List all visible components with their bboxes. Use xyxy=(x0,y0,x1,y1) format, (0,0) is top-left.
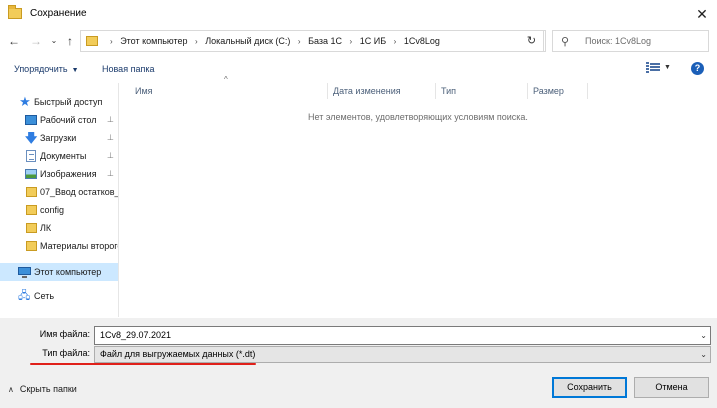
sidebar-item-label: Изображения xyxy=(40,169,97,179)
pin-icon: ⊥ xyxy=(107,133,114,142)
sidebar-item-folder[interactable]: ЛК xyxy=(0,219,118,237)
sidebar-item-folder[interactable]: config xyxy=(0,201,118,219)
search-input[interactable]: ⚲ Поиск: 1Cv8Log xyxy=(552,30,709,52)
sidebar-item-this-pc[interactable]: Этот компьютер xyxy=(0,263,118,281)
sidebar-item-label: Загрузки xyxy=(40,133,77,143)
sidebar-item-label: Сеть xyxy=(34,291,55,301)
filetype-label: Тип файла: xyxy=(42,348,90,358)
sidebar-item-folder[interactable]: 07_Ввод остатков_C xyxy=(0,183,119,201)
folder-icon xyxy=(8,5,22,19)
view-options-chevron-down-icon[interactable]: ▼ xyxy=(664,64,671,71)
chevron-down-icon: ▼ xyxy=(71,67,79,74)
hide-folders-label: Скрыть папки xyxy=(19,384,77,394)
image-icon xyxy=(25,169,37,179)
empty-list-message: Нет элементов, удовлетворяющих условиям … xyxy=(308,112,528,122)
refresh-button[interactable]: ↻ xyxy=(520,30,544,52)
filename-field[interactable]: 1Cv8_29.07.2021 ⌄ xyxy=(94,326,711,345)
breadcrumb-separator[interactable]: › xyxy=(293,37,306,46)
breadcrumb-separator[interactable]: › xyxy=(190,37,203,46)
sidebar-item-label: config xyxy=(40,205,65,215)
breadcrumb: › Этот компьютер › Локальный диск (C:) ›… xyxy=(105,31,440,51)
up-button[interactable]: ↑ xyxy=(62,32,78,50)
title-bar: Сохранение ✕ xyxy=(0,0,717,28)
help-button[interactable]: ? xyxy=(691,62,704,75)
annotation-underline xyxy=(30,363,256,365)
breadcrumb-item[interactable]: Локальный диск (C:) xyxy=(205,36,290,46)
sidebar-item-label: ЛК xyxy=(40,223,52,233)
chevron-down-icon: ⌄ xyxy=(700,350,707,359)
pin-icon: ⊥ xyxy=(107,169,114,178)
sidebar-item-label: Этот компьютер xyxy=(34,267,102,277)
download-arrow-icon: 🡇 xyxy=(25,131,38,145)
desktop-icon xyxy=(25,115,37,125)
column-header-name[interactable]: Имя xyxy=(130,83,328,99)
network-icon: 🖧 xyxy=(18,290,31,302)
organize-label: Упорядочить xyxy=(14,64,68,74)
column-header-date[interactable]: Дата изменения xyxy=(328,83,436,99)
filename-value: 1Cv8_29.07.2021 xyxy=(100,330,172,340)
sidebar-item-label: Быстрый доступ xyxy=(34,97,103,107)
folder-icon xyxy=(26,241,37,251)
breadcrumb-item[interactable]: 1Cv8Log xyxy=(404,36,440,46)
pin-icon: ⊥ xyxy=(107,115,114,124)
breadcrumb-separator: › xyxy=(110,37,113,46)
sidebar-item-folder[interactable]: Материалы второго xyxy=(0,237,119,255)
column-headers: ^ Имя Дата изменения Тип Размер xyxy=(120,75,717,99)
organize-button[interactable]: Упорядочить ▼ xyxy=(14,64,79,74)
address-row: ← → ⌄ ↑ › Этот компьютер › Локальный дис… xyxy=(0,28,717,56)
filetype-value: Файл для выгружаемых данных (*.dt) xyxy=(100,349,256,359)
close-button[interactable]: ✕ xyxy=(687,0,717,28)
chevron-up-icon: ∧ xyxy=(8,385,14,394)
sidebar-item-label: Рабочий стол xyxy=(40,115,97,125)
navigation-pane: ★ Быстрый доступ Рабочий стол ⊥ 🡇 Загруз… xyxy=(0,83,119,317)
column-header-size[interactable]: Размер xyxy=(528,83,588,99)
breadcrumb-item[interactable]: Этот компьютер xyxy=(120,36,187,46)
sidebar-item-quick-access[interactable]: ★ Быстрый доступ xyxy=(0,93,118,111)
chevron-down-icon[interactable]: ⌄ xyxy=(700,327,707,344)
sidebar-item-label: Документы xyxy=(40,151,87,161)
new-folder-button[interactable]: Новая папка xyxy=(102,64,154,74)
view-details-icon[interactable] xyxy=(646,62,660,74)
address-bar[interactable]: › Этот компьютер › Локальный диск (C:) ›… xyxy=(80,30,594,52)
pin-icon: ⊥ xyxy=(107,151,114,160)
breadcrumb-item[interactable]: 1С ИБ xyxy=(360,36,386,46)
search-placeholder: Поиск: 1Cv8Log xyxy=(585,36,651,46)
sidebar-item-network[interactable]: 🖧 Сеть xyxy=(0,287,118,305)
filename-label: Имя файла: xyxy=(39,329,90,339)
sidebar-item-downloads[interactable]: 🡇 Загрузки ⊥ xyxy=(0,129,118,147)
toolbar: Упорядочить ▼ Новая папка ▼ ? xyxy=(0,57,717,82)
column-header-type[interactable]: Тип xyxy=(436,83,528,99)
breadcrumb-separator[interactable]: › xyxy=(389,37,402,46)
window-title: Сохранение xyxy=(30,8,87,19)
sidebar-item-label: 07_Ввод остатков_C xyxy=(40,187,119,197)
filetype-select[interactable]: Файл для выгружаемых данных (*.dt) ⌄ xyxy=(94,346,711,363)
cancel-button[interactable]: Отмена xyxy=(634,377,709,398)
document-icon xyxy=(26,150,36,162)
breadcrumb-item[interactable]: База 1С xyxy=(308,36,342,46)
back-button[interactable]: ← xyxy=(6,32,22,50)
forward-button[interactable]: → xyxy=(28,32,44,50)
search-icon: ⚲ xyxy=(561,36,570,48)
folder-icon xyxy=(86,36,98,46)
recent-locations-chevron-down-icon[interactable]: ⌄ xyxy=(46,32,62,50)
hide-folders-button[interactable]: ∧ Скрыть папки xyxy=(8,384,77,394)
folder-icon xyxy=(26,223,37,233)
save-button[interactable]: Сохранить xyxy=(552,377,627,398)
folder-icon xyxy=(26,205,37,215)
breadcrumb-separator[interactable]: › xyxy=(345,37,358,46)
sidebar-item-documents[interactable]: Документы ⊥ xyxy=(0,147,118,165)
sidebar-item-images[interactable]: Изображения ⊥ xyxy=(0,165,118,183)
folder-icon xyxy=(26,187,37,197)
sidebar-item-label: Материалы второго xyxy=(40,241,119,251)
sidebar-item-desktop[interactable]: Рабочий стол ⊥ xyxy=(0,111,118,129)
star-icon: ★ xyxy=(19,94,31,109)
computer-icon xyxy=(18,267,31,278)
